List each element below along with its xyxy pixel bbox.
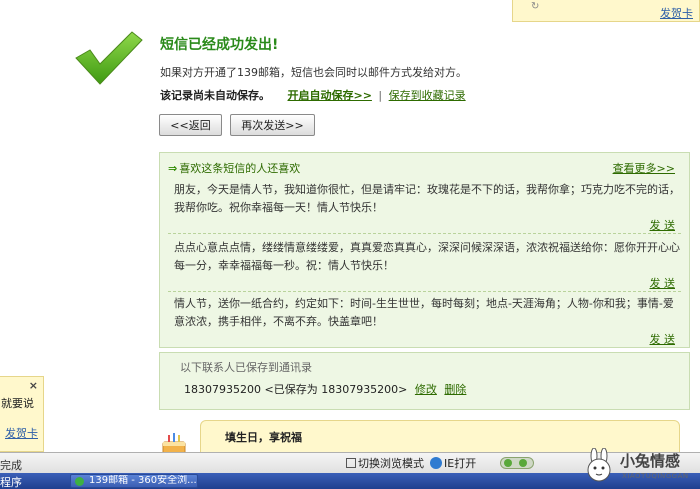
toggle-icon [500,457,534,469]
back-button[interactable]: <<返回 [159,114,222,136]
recommend-header-text: 喜欢这条短信的人还喜欢 [179,162,301,175]
contact-row: 18307935200 <已保存为 18307935200> 修改 删除 [184,381,466,397]
not-saved-text: 该记录尚未自动保存。 [160,89,270,102]
window-icon [346,458,356,468]
watermark-title: 小兔情感 [620,452,681,470]
birthday-title: 填生日，享祝福 [225,431,302,444]
refresh-icon: ↻ [531,1,540,12]
delete-contact-link[interactable]: 删除 [444,383,466,396]
see-more-link[interactable]: 查看更多>> [613,160,675,176]
status-text: 完成 [0,459,22,472]
list-item: 情人节，送你一纸合约，约定如下：时间-生生世世，每时每刻；地点-天涯海角；人物-… [174,297,674,328]
send-card-link-top[interactable]: 发贺卡 [660,5,693,21]
enable-autosave-link[interactable]: 开启自动保存>> [287,89,371,102]
speed-toggle[interactable] [500,455,534,471]
save-to-favorites-link[interactable]: 保存到收藏记录 [389,89,466,102]
success-title: 短信已经成功发出! [160,37,279,53]
save-row: 该记录尚未自动保存。 开启自动保存>> | 保存到收藏记录 [160,87,466,103]
recommend-header: ⇒ 喜欢这条短信的人还喜欢 [168,160,300,176]
ie-icon [430,457,442,469]
send-button-1[interactable]: 发 送 [650,217,676,233]
success-check-icon [75,31,143,85]
edit-contact-link[interactable]: 修改 [415,383,437,396]
resend-button[interactable]: 再次发送>> [230,114,315,136]
recommend-panel: ⇒ 喜欢这条短信的人还喜欢 查看更多>> 朋友，今天是情人节，我知道你很忙，但是请… [159,152,690,348]
switch-browse-mode-button[interactable]: 切换浏览模式 [346,455,424,471]
taskbar-window-label: 139邮箱 - 360安全浏... [89,475,197,486]
arrow-right-icon: ⇒ [168,162,178,175]
saved-contacts-panel: 以下联系人已保存到通讯录 18307935200 <已保存为 183079352… [159,352,690,410]
send-card-link-left[interactable]: 发贺卡 [5,425,38,441]
ie-open-label: IE打开 [444,457,477,470]
left-popup: × 就要说 发贺卡 [0,376,44,452]
list-item: 点点心意点点情，缕缕情意缕缕爱，真真爱恋真真心，深深问候深深语，浓浓祝福送给你：… [174,241,680,272]
taskbar-left-text: 程序 [0,476,22,489]
contact-saved-as: <已保存为 18307935200> [264,383,408,396]
contact-number: 18307935200 [184,383,261,396]
browser-icon [75,477,84,486]
list-item: 朋友，今天是情人节，我知道你很忙，但是请牢记：玫瑰花是不下的话，我帮你拿；巧克力… [174,183,680,214]
top-popup: ↻ 发贺卡 [512,0,700,22]
divider [168,291,681,292]
ie-open-button[interactable]: IE打开 [430,455,476,471]
send-button-3[interactable]: 发 送 [650,331,676,347]
contacts-label: 以下联系人已保存到通讯录 [180,361,312,374]
left-popup-text: 就要说 [1,397,34,410]
rabbit-logo-icon [587,448,611,482]
watermark: 小兔情感 XIAOTUQINGGAN [580,446,692,486]
divider [168,233,681,234]
separator: | [378,89,383,102]
send-button-2[interactable]: 发 送 [650,275,676,291]
switch-browse-mode-label: 切换浏览模式 [358,457,424,470]
watermark-subtitle: XIAOTUQINGGAN [622,472,689,480]
taskbar-window-button[interactable]: 139邮箱 - 360安全浏... [70,474,198,488]
success-description: 如果对方开通了139邮箱，短信也会同时以邮件方式发给对方。 [160,66,467,79]
close-icon[interactable]: × [29,379,38,392]
